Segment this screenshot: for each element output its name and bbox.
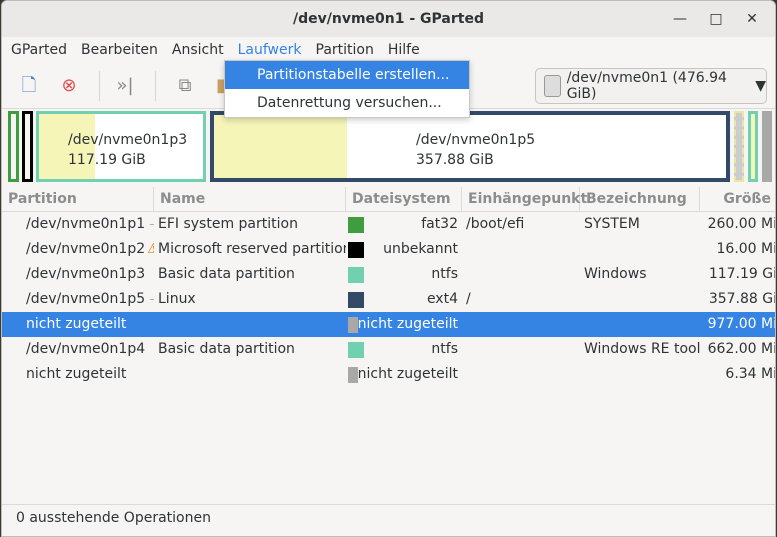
menu-item-data-rescue[interactable]: Datenrettung versuchen... [225,89,469,117]
resize-move-icon[interactable]: »| [112,73,138,99]
filesystem-cell: ntfs [431,266,458,282]
partition-name: /dev/nvme0n1p3 [68,132,188,148]
filesystem-cell: unbekannt [383,241,458,257]
mountpoint-cell: /boot/efi [466,216,525,232]
harddisk-icon [544,75,561,97]
filesystem-color-swatch [348,241,364,258]
table-row[interactable]: /dev/nvme0n1p1⊸EFI system partitionfat32… [2,212,776,237]
name-cell: Basic data partition [158,341,295,357]
status-bar: 0 ausstehende Operationen [2,504,775,530]
mountpoint-cell [462,337,580,362]
copy-icon[interactable]: ⧉ [172,73,198,99]
mountpoint-cell [462,262,580,287]
name-cell: EFI system partition [158,216,298,232]
col-size[interactable]: Größe [700,187,775,211]
partition-table: Partition Name Dateisystem Einhängepunkt… [2,187,776,387]
partition-size: 117.19 GiB [68,152,146,168]
size-cell: 260.00 Mi [707,216,776,232]
filesystem-cell: ext4 [426,291,458,307]
table-row[interactable]: nicht zugeteilt nicht zugeteilt 6.34 Mi [2,362,776,387]
size-cell: 6.34 Mi [725,366,776,382]
partition-cell: /dev/nvme0n1p5 [26,291,146,307]
table-header: Partition Name Dateisystem Einhängepunkt… [2,187,775,212]
partition-cell: nicht zugeteilt [26,366,127,382]
filesystem-color-swatch [348,316,358,333]
device-label: /dev/nvme0n1 (476.94 GiB) [566,70,727,102]
col-partition[interactable]: Partition [2,187,154,211]
close-button[interactable]: ✕ [737,1,767,37]
partition-size: 357.88 GiB [416,152,494,168]
menu-ansicht[interactable]: Ansicht [165,37,231,63]
col-mountpoint[interactable]: Einhängepunkt [462,187,587,211]
minimize-button[interactable]: — [665,1,695,37]
new-partition-icon[interactable]: 🗋 [16,73,42,99]
label-cell [580,312,700,337]
name-cell: Basic data partition [158,266,295,282]
col-name[interactable]: Name [154,187,346,211]
name-cell: Linux [158,291,196,307]
filesystem-cell: nicht zugeteilt [357,366,458,382]
col-filesystem[interactable]: Dateisystem [346,187,462,211]
filesystem-color-swatch [348,341,364,358]
filesystem-color-swatch [348,266,364,283]
filesystem-cell: fat32 [421,216,458,232]
filesystem-color-swatch [348,366,358,383]
size-cell: 977.00 Mi [707,316,776,332]
filesystem-color-swatch [348,291,364,308]
size-cell: 16.00 Mi [716,241,776,257]
maximize-button[interactable]: □ [701,1,731,37]
name-cell [154,312,346,337]
partition-cell: /dev/nvme0n1p3 [26,266,146,282]
filesystem-cell: ntfs [431,341,458,357]
label-cell: Windows [584,266,647,282]
mountpoint-cell [462,362,580,387]
table-row[interactable]: nicht zugeteilt nicht zugeteilt 977.00 Mi [2,312,776,337]
device-selector[interactable]: /dev/nvme0n1 (476.94 GiB) ▼ [535,68,767,104]
partition-cell: /dev/nvme0n1p1 [26,216,146,232]
partition-name: /dev/nvme0n1p5 [416,132,536,148]
filesystem-cell: nicht zugeteilt [357,316,458,332]
unallocated-block[interactable] [734,111,744,182]
mountpoint-cell [462,237,580,262]
mountpoint-cell: / [466,291,471,307]
menu-item-create-partition-table[interactable]: Partitionstabelle erstellen... [225,61,469,89]
unallocated-block[interactable] [762,111,772,182]
label-cell: SYSTEM [584,216,640,232]
partition-block-p1[interactable] [8,111,19,182]
label-cell [580,287,700,312]
size-cell: 357.88 Gi [708,291,776,307]
title-bar: /dev/nvme0n1 - GParted — □ ✕ [2,1,775,37]
label-cell [580,362,700,387]
table-row[interactable]: /dev/nvme0n1p2⚠Microsoft reserved partit… [2,237,776,262]
size-cell: 662.00 Mi [707,341,776,357]
menu-bearbeiten[interactable]: Bearbeiten [74,37,165,63]
menu-gparted[interactable]: GParted [4,37,74,63]
label-cell [580,237,700,262]
partition-block-p2[interactable] [22,111,33,182]
partition-cell: /dev/nvme0n1p4 [26,341,146,357]
window-title: /dev/nvme0n1 - GParted [293,11,484,27]
label-cell: Windows RE tools [584,341,700,357]
partition-block-p3[interactable]: /dev/nvme0n1p3 117.19 GiB [36,111,206,182]
disk-map: /dev/nvme0n1p3 117.19 GiB /dev/nvme0n1p5… [2,109,775,184]
mountpoint-cell [462,312,580,337]
filesystem-color-swatch [348,216,364,233]
chevron-down-icon: ▼ [755,78,766,94]
table-row[interactable]: /dev/nvme0n1p5⊸Linuxext4/357.88 Gi [2,287,776,312]
partition-block-p4[interactable] [748,111,758,182]
partition-cell: /dev/nvme0n1p2 [26,241,146,257]
name-cell [154,362,346,387]
laufwerk-dropdown: Partitionstabelle erstellen... Datenrett… [224,60,470,118]
table-row[interactable]: /dev/nvme0n1p4 Basic data partition ntfs Wi… [2,337,776,362]
size-cell: 117.19 Gi [708,266,776,282]
table-row[interactable]: /dev/nvme0n1p3 Basic data partition ntfs Wi… [2,262,776,287]
col-label[interactable]: Bezeichnung [580,187,700,211]
warning-icon: ⚠ [147,241,154,257]
name-cell: Microsoft reserved partition [158,241,346,257]
gparted-window: /dev/nvme0n1 - GParted — □ ✕ GParted Bea… [1,0,776,537]
partition-cell: nicht zugeteilt [26,316,127,332]
delete-icon[interactable]: ⊗ [56,73,82,99]
partition-block-p5[interactable]: /dev/nvme0n1p5 357.88 GiB [210,111,730,182]
